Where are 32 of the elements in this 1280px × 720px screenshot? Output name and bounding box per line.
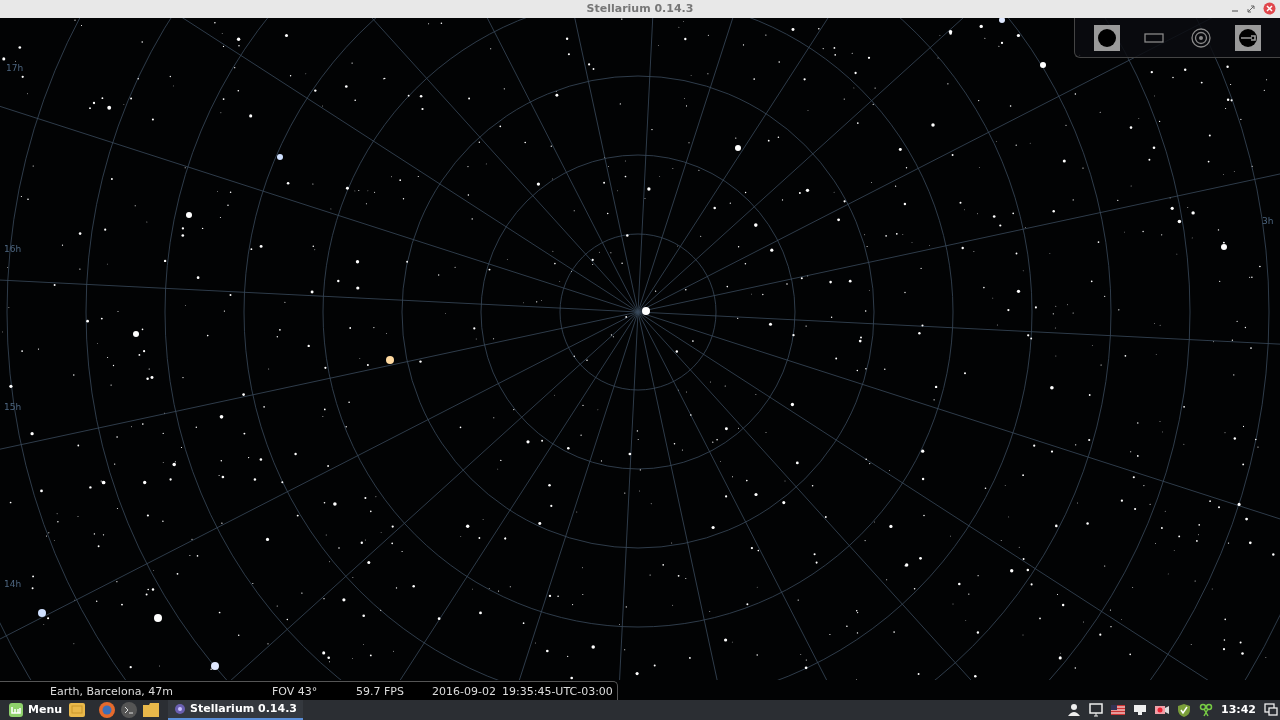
toolbar-button[interactable] bbox=[1093, 24, 1120, 51]
grid-label: 14h bbox=[4, 578, 22, 591]
grid-label: 15h bbox=[4, 401, 22, 414]
user-icon[interactable] bbox=[1067, 703, 1081, 717]
terminal-icon[interactable] bbox=[120, 701, 139, 719]
time-text: 19:35:45-UTC-03:00 bbox=[502, 684, 613, 700]
globe-icon[interactable] bbox=[98, 701, 117, 719]
planet-icon bbox=[1096, 27, 1117, 48]
wrench-icon bbox=[1238, 27, 1259, 48]
desktop-icon[interactable] bbox=[68, 701, 87, 719]
taskbar-button[interactable]: Stellarium 0.14.3 bbox=[168, 700, 303, 720]
flag-icon[interactable] bbox=[1111, 703, 1125, 717]
maximize-icon[interactable] bbox=[1247, 4, 1255, 13]
target-icon bbox=[1191, 27, 1212, 48]
clock-text[interactable]: 13:42 bbox=[1221, 701, 1256, 719]
fov-text: FOV 43° bbox=[272, 684, 318, 700]
window-title: Stellarium 0.14.3 bbox=[586, 0, 694, 17]
grid-label: 3h bbox=[1262, 215, 1274, 228]
windows-icon[interactable] bbox=[1264, 703, 1278, 717]
menu-button[interactable]: Menu bbox=[2, 700, 69, 720]
network-icon[interactable] bbox=[1133, 703, 1147, 717]
toolbar-button[interactable] bbox=[1235, 24, 1262, 51]
close-icon[interactable] bbox=[1263, 2, 1276, 15]
camera-icon[interactable] bbox=[1155, 703, 1169, 717]
shield-icon[interactable] bbox=[1177, 703, 1191, 717]
app-icon bbox=[174, 703, 187, 715]
fps-text: 59.7 FPS bbox=[356, 684, 404, 700]
date-text: 2016-09-02 bbox=[432, 684, 496, 700]
grid-label: 16h bbox=[4, 243, 22, 256]
monitor-icon[interactable] bbox=[1089, 703, 1103, 717]
grid-label: 17h bbox=[6, 62, 24, 75]
location-text: Earth, Barcelona, 47m bbox=[50, 684, 174, 700]
